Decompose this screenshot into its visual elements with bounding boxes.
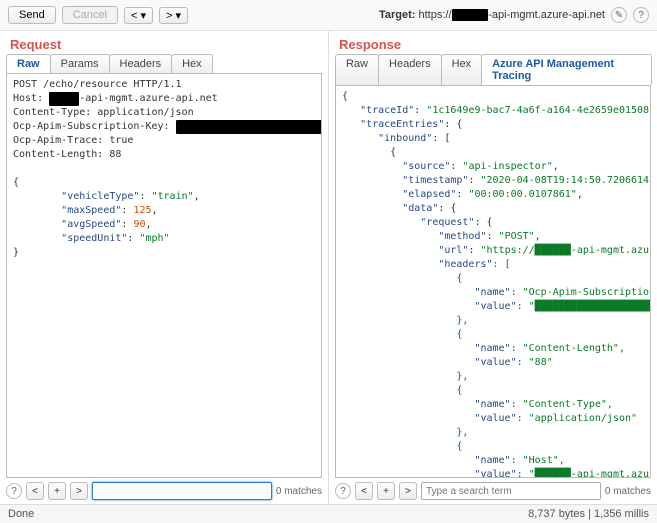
request-search-input[interactable] xyxy=(92,482,272,500)
tab-resp-raw[interactable]: Raw xyxy=(335,54,379,85)
request-title: Request xyxy=(0,31,328,54)
search-collapse-button[interactable]: + xyxy=(48,482,66,500)
status-bar: Done 8,737 bytes | 1,356 millis xyxy=(0,504,657,523)
search-collapse-button-2[interactable]: + xyxy=(377,482,395,500)
search-prev-button[interactable]: < xyxy=(26,482,44,500)
tab-resp-hex[interactable]: Hex xyxy=(441,54,483,85)
response-body[interactable]: { "traceId": "1c1649e9-bac7-4a6f-a164-4e… xyxy=(335,85,651,478)
status-right: 8,737 bytes | 1,356 millis xyxy=(528,508,649,520)
tab-hex[interactable]: Hex xyxy=(171,54,213,73)
response-match-count: 0 matches xyxy=(605,486,651,497)
history-next-button[interactable]: > ▾ xyxy=(159,7,188,24)
cancel-button: Cancel xyxy=(62,6,118,24)
request-match-count: 0 matches xyxy=(276,486,322,497)
search-next-button-2[interactable]: > xyxy=(399,482,417,500)
response-help-icon[interactable]: ? xyxy=(335,483,351,499)
response-tabs: Raw Headers Hex Azure API Management Tra… xyxy=(329,54,657,85)
request-search-bar: ? < + > 0 matches xyxy=(0,478,328,504)
help-icon[interactable]: ? xyxy=(633,7,649,23)
search-next-button[interactable]: > xyxy=(70,482,88,500)
response-title: Response xyxy=(329,31,657,54)
tab-resp-headers[interactable]: Headers xyxy=(378,54,442,85)
request-body[interactable]: POST /echo/resource HTTP/1.1 Host: XXXXX… xyxy=(6,73,322,478)
send-button[interactable]: Send xyxy=(8,6,56,24)
top-toolbar: Send Cancel < ▾ > ▾ Target: https://XXXX… xyxy=(0,0,657,31)
request-help-icon[interactable]: ? xyxy=(6,483,22,499)
request-panel: Request Raw Params Headers Hex POST /ech… xyxy=(0,31,329,504)
response-raw-text: { "traceId": "1c1649e9-bac7-4a6f-a164-4e… xyxy=(342,90,644,478)
tab-resp-tracing[interactable]: Azure API Management Tracing xyxy=(481,54,652,85)
history-prev-button[interactable]: < ▾ xyxy=(124,7,153,24)
response-search-bar: ? < + > 0 matches xyxy=(329,478,657,504)
tab-headers[interactable]: Headers xyxy=(109,54,173,73)
edit-target-icon[interactable]: ✎ xyxy=(611,7,627,23)
target-label: Target: https://XXXXX-api-mgmt.azure-api… xyxy=(379,9,605,21)
status-left: Done xyxy=(8,508,34,520)
tab-raw[interactable]: Raw xyxy=(6,54,51,73)
tab-params[interactable]: Params xyxy=(50,54,110,73)
request-tabs: Raw Params Headers Hex xyxy=(0,54,328,73)
response-panel: Response Raw Headers Hex Azure API Manag… xyxy=(329,31,657,504)
response-search-input[interactable] xyxy=(421,482,601,500)
search-prev-button-2[interactable]: < xyxy=(355,482,373,500)
